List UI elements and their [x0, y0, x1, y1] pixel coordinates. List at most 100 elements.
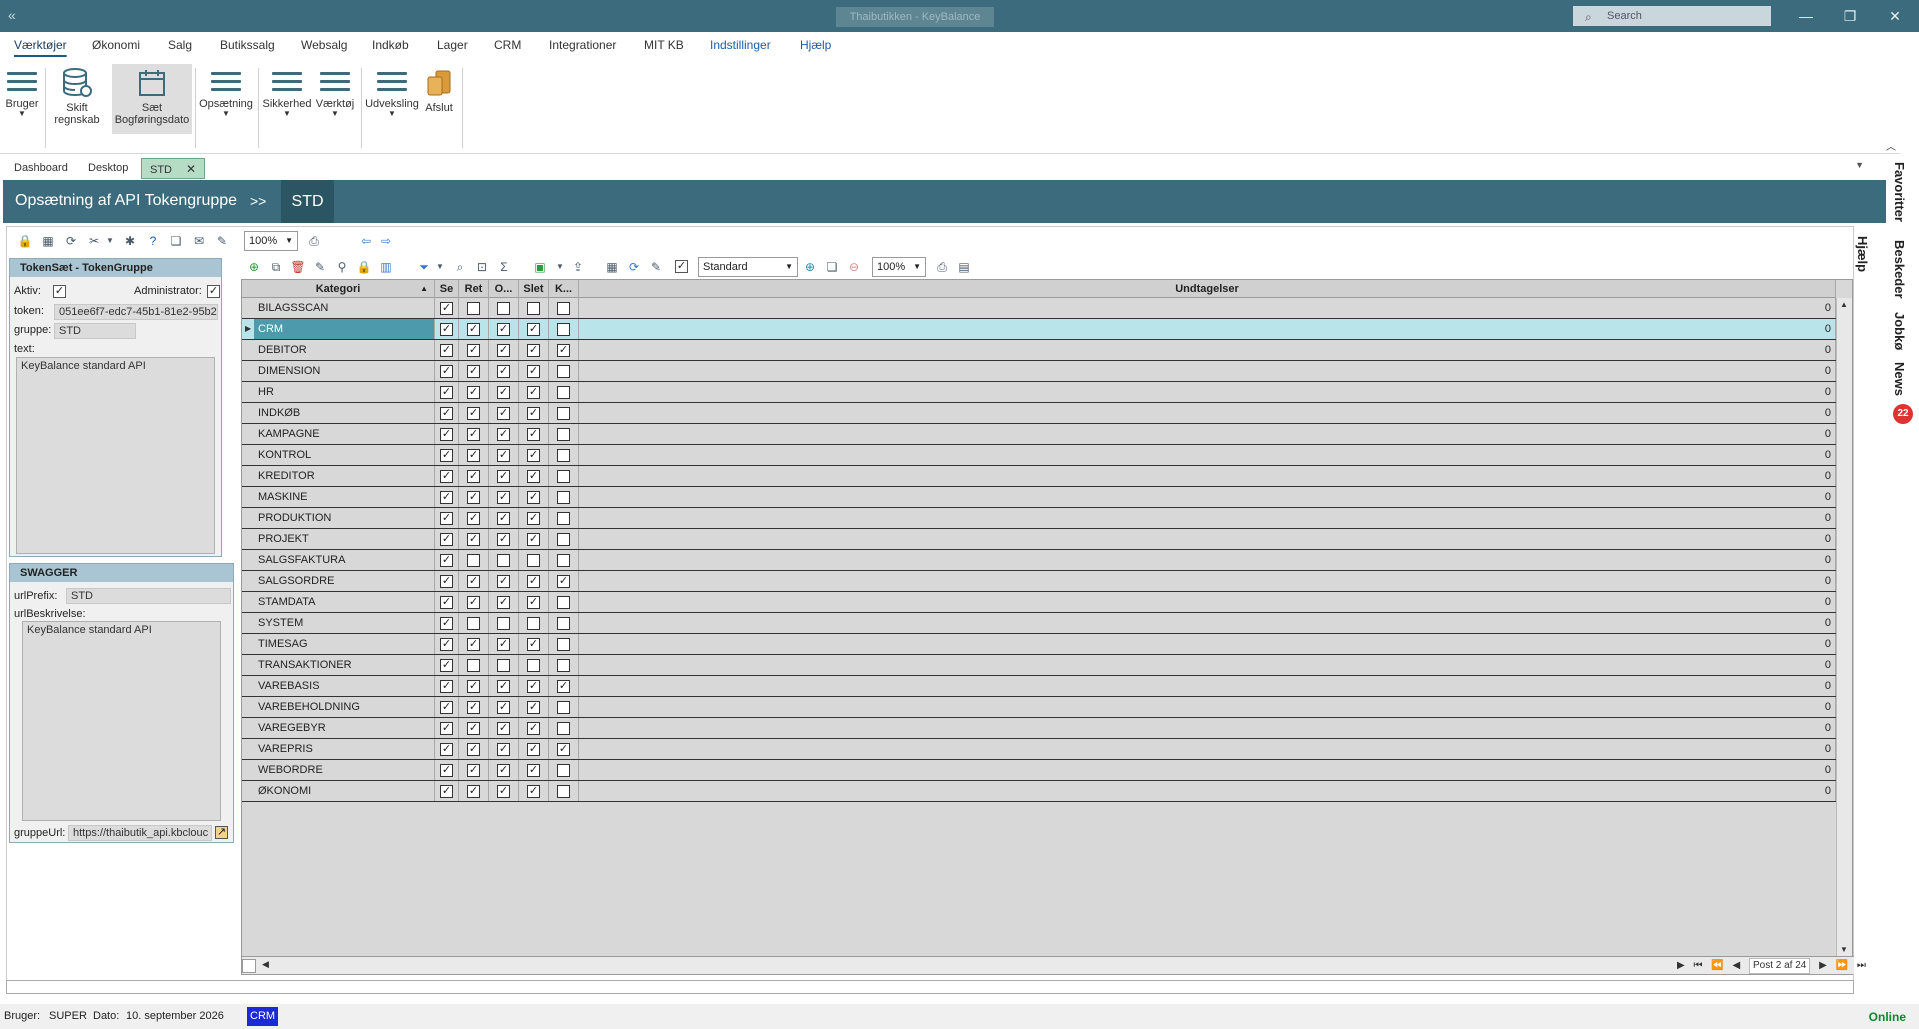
cell-kategori[interactable]: VAREBEHOLDNING: [254, 697, 435, 717]
scroll-left-icon[interactable]: ◀: [262, 959, 269, 970]
cell-kategori[interactable]: DIMENSION: [254, 361, 435, 381]
cell-kategori[interactable]: KREDITOR: [254, 466, 435, 486]
checkbox-k[interactable]: [557, 617, 570, 630]
menu-websalg[interactable]: Websalg: [301, 38, 347, 52]
cell-kategori[interactable]: INDKØB: [254, 403, 435, 423]
checkbox-se[interactable]: ✓: [440, 512, 453, 525]
checkbox-se[interactable]: ✓: [440, 659, 453, 672]
table-row[interactable]: SALGSFAKTURA ✓ 0: [242, 550, 1836, 571]
checkbox-o[interactable]: ✓: [497, 428, 510, 441]
checkbox-se[interactable]: ✓: [440, 575, 453, 588]
menu-indkob[interactable]: Indkøb: [372, 38, 409, 52]
checkbox-ret[interactable]: ✓: [467, 722, 480, 735]
cell-undtagelser[interactable]: 0: [579, 634, 1836, 654]
tab-std[interactable]: STD ✕: [141, 158, 206, 179]
cell-undtagelser[interactable]: 0: [579, 529, 1836, 549]
table-row[interactable]: VAREBASIS ✓ ✓ ✓ ✓ ✓ 0: [242, 676, 1836, 697]
checkbox-o[interactable]: [497, 659, 510, 672]
checkbox-k[interactable]: [557, 659, 570, 672]
checkbox-slet[interactable]: ✓: [527, 491, 540, 504]
print-icon[interactable]: ⎙: [934, 259, 950, 275]
cell-kategori[interactable]: WEBORDRE: [254, 760, 435, 780]
column-header-o[interactable]: O...: [489, 280, 519, 298]
close-tab-icon[interactable]: ✕: [186, 162, 196, 176]
checkbox-o[interactable]: ✓: [497, 701, 510, 714]
cell-undtagelser[interactable]: 0: [579, 382, 1836, 402]
nav-last-icon[interactable]: ⏭: [1857, 960, 1866, 971]
table-row[interactable]: MASKINE ✓ ✓ ✓ ✓ 0: [242, 487, 1836, 508]
checkbox-ret[interactable]: [467, 554, 480, 567]
cell-kategori[interactable]: KAMPAGNE: [254, 424, 435, 444]
refresh-icon[interactable]: ⟳: [63, 233, 79, 249]
checkbox-ret[interactable]: ✓: [467, 386, 480, 399]
rail-beskeder[interactable]: Beskeder: [1892, 240, 1907, 299]
checkbox-k[interactable]: [557, 302, 570, 315]
checkbox-o[interactable]: ✓: [497, 680, 510, 693]
menu-vaerktojer[interactable]: Værktøjer: [14, 38, 67, 52]
checkbox-ret[interactable]: ✓: [467, 680, 480, 693]
gruppeurl-field[interactable]: https://thaibutik_api.kbclouc: [68, 825, 212, 841]
table-row[interactable]: KAMPAGNE ✓ ✓ ✓ ✓ 0: [242, 424, 1836, 445]
columns-icon[interactable]: ▥: [378, 259, 394, 275]
zoom-select[interactable]: 100% ▼: [244, 231, 298, 251]
checkbox-slet[interactable]: [527, 554, 540, 567]
arrow-left-icon[interactable]: ⇦: [358, 233, 374, 249]
menu-butikssalg[interactable]: Butikssalg: [220, 38, 275, 52]
checkbox-o[interactable]: [497, 617, 510, 630]
cell-kategori[interactable]: TRANSAKTIONER: [254, 655, 435, 675]
table-row[interactable]: PROJEKT ✓ ✓ ✓ ✓ 0: [242, 529, 1836, 550]
cell-kategori[interactable]: KONTROL: [254, 445, 435, 465]
menu-indstillinger[interactable]: Indstillinger: [710, 38, 771, 52]
cell-kategori[interactable]: VAREGEBYR: [254, 718, 435, 738]
vertical-scrollbar[interactable]: ▲ ▼: [1836, 298, 1852, 956]
nav-prev-page-icon[interactable]: ⏪: [1711, 960, 1723, 971]
column-header-k[interactable]: K...: [549, 280, 579, 298]
checkbox-k[interactable]: [557, 638, 570, 651]
checkbox-slet[interactable]: ✓: [527, 428, 540, 441]
link-icon[interactable]: ⚲: [334, 259, 350, 275]
add-icon[interactable]: ⊕: [246, 259, 262, 275]
urlprefix-field[interactable]: STD: [66, 588, 231, 604]
checkbox-o[interactable]: ✓: [497, 743, 510, 756]
checkbox-o[interactable]: ✓: [497, 785, 510, 798]
udveksling-button[interactable]: Udveksling ▼: [364, 64, 420, 134]
rail-news[interactable]: News: [1892, 362, 1907, 396]
cell-undtagelser[interactable]: 0: [579, 613, 1836, 633]
close-icon[interactable]: ✕: [1880, 6, 1910, 26]
cell-undtagelser[interactable]: 0: [579, 781, 1836, 801]
checkbox-slet[interactable]: [527, 659, 540, 672]
cell-undtagelser[interactable]: 0: [579, 298, 1836, 318]
sum-icon[interactable]: Σ: [496, 259, 512, 275]
cell-kategori[interactable]: TIMESAG: [254, 634, 435, 654]
checkbox-ret[interactable]: ✓: [467, 344, 480, 357]
checkbox-o[interactable]: ✓: [497, 344, 510, 357]
checkbox-o[interactable]: ✓: [497, 533, 510, 546]
checkbox-se[interactable]: ✓: [440, 617, 453, 630]
restore-icon[interactable]: ❐: [1835, 6, 1865, 26]
cell-kategori[interactable]: PRODUKTION: [254, 508, 435, 528]
excel-icon[interactable]: ▣: [532, 259, 548, 275]
checkbox-slet[interactable]: ✓: [527, 680, 540, 693]
checkbox-o[interactable]: ✓: [497, 365, 510, 378]
lock-icon[interactable]: 🔒: [356, 259, 372, 275]
checkbox-o[interactable]: ✓: [497, 470, 510, 483]
table-row[interactable]: VAREPRIS ✓ ✓ ✓ ✓ ✓ 0: [242, 739, 1836, 760]
cell-undtagelser[interactable]: 0: [579, 403, 1836, 423]
rail-jobko[interactable]: Jobkø: [1892, 312, 1907, 350]
token-field[interactable]: 051ee6f7-edc7-45b1-81e2-95b28: [54, 304, 218, 320]
table-row[interactable]: BILAGSSCAN ✓ 0: [242, 298, 1836, 319]
cell-undtagelser[interactable]: 0: [579, 361, 1836, 381]
cell-kategori[interactable]: SALGSORDRE: [254, 571, 435, 591]
nav-next-page-icon[interactable]: ⏩: [1836, 960, 1848, 971]
checkbox-ret[interactable]: ✓: [467, 785, 480, 798]
checkbox-ret[interactable]: ✓: [467, 323, 480, 336]
checkbox-k[interactable]: [557, 386, 570, 399]
table-row[interactable]: WEBORDRE ✓ ✓ ✓ ✓ 0: [242, 760, 1836, 781]
checkbox-ret[interactable]: ✓: [467, 533, 480, 546]
checkbox-k[interactable]: [557, 596, 570, 609]
table-row[interactable]: STAMDATA ✓ ✓ ✓ ✓ 0: [242, 592, 1836, 613]
checkbox-se[interactable]: ✓: [440, 533, 453, 546]
menu-lager[interactable]: Lager: [437, 38, 468, 52]
checkbox-se[interactable]: ✓: [440, 722, 453, 735]
checkbox-se[interactable]: ✓: [440, 680, 453, 693]
